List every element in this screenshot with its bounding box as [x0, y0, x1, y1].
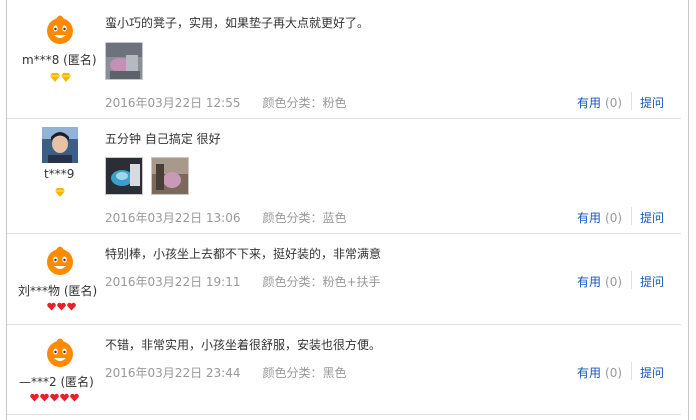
review-separator	[7, 233, 681, 234]
review-date: 2016年03月22日 12:55	[105, 96, 241, 110]
buyer-rank-badge	[47, 302, 76, 311]
avatar[interactable]	[42, 242, 78, 278]
ask-question-button[interactable]: 提问	[640, 364, 664, 381]
divider	[631, 271, 632, 289]
review-photo-thumbnail[interactable]	[105, 42, 143, 80]
review-separator	[7, 414, 681, 415]
red-heart-icon	[67, 302, 76, 311]
red-heart-icon	[70, 393, 79, 402]
buyer-rank-badge	[50, 73, 71, 82]
ask-question-button[interactable]: 提问	[640, 209, 664, 226]
taobao-mascot-avatar-icon	[42, 242, 78, 278]
gold-diamond-icon	[55, 188, 65, 197]
useful-button[interactable]: 有用	[577, 96, 601, 110]
buyer-rank-badge	[30, 393, 79, 402]
review-meta: 2016年03月22日 13:06 颜色分类：蓝色	[105, 209, 347, 226]
color-variant: 颜色分类：蓝色	[262, 211, 347, 225]
color-variant: 颜色分类：粉色+扶手	[262, 275, 381, 289]
red-heart-icon	[40, 393, 49, 402]
username: —***2 (匿名)	[19, 375, 94, 389]
gold-diamond-icon	[61, 73, 71, 82]
review-photos	[105, 42, 143, 80]
useful-count: (0)	[605, 366, 623, 380]
review-meta: 2016年03月22日 23:44 颜色分类：黑色	[105, 364, 347, 381]
useful-count: (0)	[605, 96, 623, 110]
ask-question-button[interactable]: 提问	[640, 273, 664, 290]
divider	[631, 362, 632, 380]
useful-control: 有用 (0)	[577, 273, 622, 290]
useful-count: (0)	[605, 211, 623, 225]
avatar[interactable]	[42, 11, 78, 47]
gold-diamond-icon	[50, 73, 60, 82]
useful-count: (0)	[605, 275, 623, 289]
panel-left-border	[6, 0, 7, 420]
divider	[631, 92, 632, 110]
review-separator	[7, 324, 681, 325]
useful-control: 有用 (0)	[577, 364, 622, 381]
review-text: 蛮小巧的凳子，实用，如果垫子再大点就更好了。	[105, 16, 370, 30]
review-photos	[105, 157, 189, 195]
red-heart-icon	[47, 302, 56, 311]
red-heart-icon	[30, 393, 39, 402]
review-text: 不错，非常实用，小孩坐着很舒服，安装也很方便。	[105, 338, 382, 352]
red-heart-icon	[57, 302, 66, 311]
review-date: 2016年03月22日 23:44	[105, 366, 241, 380]
divider	[631, 207, 632, 225]
useful-button[interactable]: 有用	[577, 211, 601, 225]
review-date: 2016年03月22日 13:06	[105, 211, 241, 225]
review-text: 五分钟 自己搞定 很好	[105, 132, 221, 146]
review-separator	[7, 118, 681, 119]
red-heart-icon	[60, 393, 69, 402]
useful-control: 有用 (0)	[577, 94, 622, 111]
review-photo-thumbnail[interactable]	[151, 157, 189, 195]
review-date: 2016年03月22日 19:11	[105, 275, 241, 289]
review-meta: 2016年03月22日 19:11 颜色分类：粉色+扶手	[105, 273, 381, 290]
useful-control: 有用 (0)	[577, 209, 622, 226]
useful-button[interactable]: 有用	[577, 366, 601, 380]
photo-image	[106, 158, 142, 194]
review-photo-thumbnail[interactable]	[105, 157, 143, 195]
photo-image	[106, 43, 142, 79]
ask-question-button[interactable]: 提问	[640, 94, 664, 111]
username: 刘***物 (匿名)	[18, 284, 98, 298]
panel-right-border	[688, 0, 689, 420]
taobao-mascot-avatar-icon	[42, 334, 78, 370]
user-photo-avatar-icon	[42, 127, 78, 163]
review-meta: 2016年03月22日 12:55 颜色分类：粉色	[105, 94, 347, 111]
avatar[interactable]	[42, 127, 78, 163]
color-variant: 颜色分类：黑色	[262, 366, 347, 380]
review-text: 特别棒，小孩坐上去都不下来，挺好装的，非常满意	[105, 247, 382, 261]
useful-button[interactable]: 有用	[577, 275, 601, 289]
buyer-rank-badge	[55, 188, 65, 197]
red-heart-icon	[50, 393, 59, 402]
photo-image	[152, 158, 188, 194]
username: m***8 (匿名)	[22, 53, 97, 67]
avatar[interactable]	[42, 334, 78, 370]
taobao-mascot-avatar-icon	[42, 11, 78, 47]
color-variant: 颜色分类：粉色	[262, 96, 347, 110]
username: t***9	[44, 167, 75, 181]
